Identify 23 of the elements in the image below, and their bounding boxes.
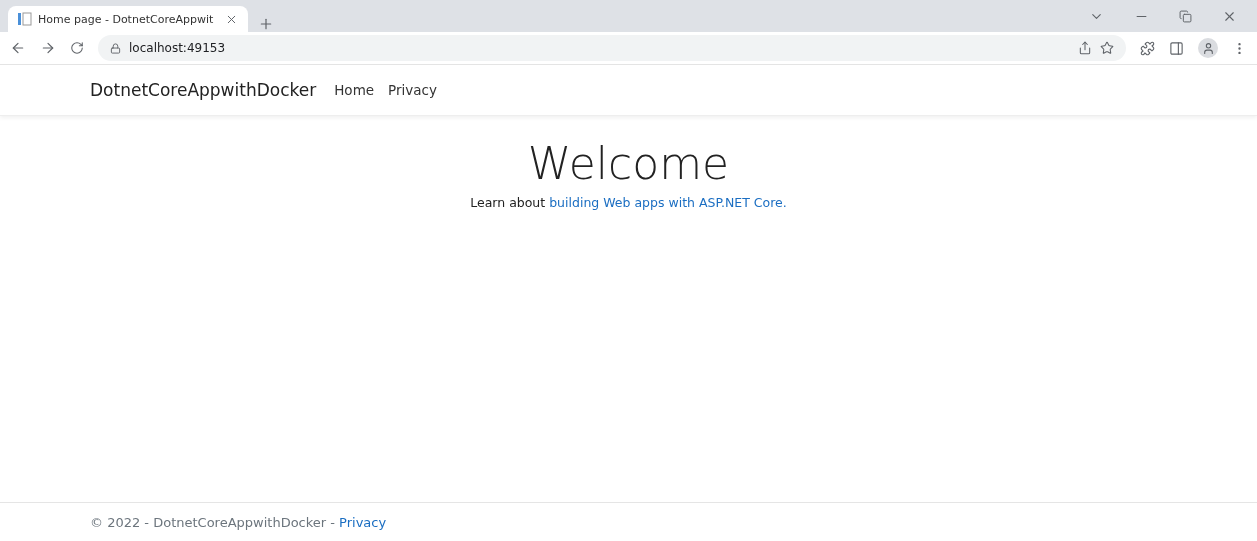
docs-link[interactable]: building Web apps with ASP.NET Core.: [549, 195, 787, 210]
share-icon[interactable]: [1078, 41, 1092, 55]
profile-icon[interactable]: [1198, 38, 1218, 58]
tab-title: Home page - DotnetCoreAppwit: [38, 12, 215, 26]
nav-link[interactable]: Home: [334, 82, 375, 98]
welcome-heading: Welcome: [527, 138, 730, 189]
puzzle-icon[interactable]: [1140, 40, 1155, 56]
forward-icon[interactable]: [40, 40, 56, 56]
reload-icon[interactable]: [70, 41, 84, 55]
lead-text: Learn about building Web apps with ASP.NET Core.: [470, 195, 787, 210]
new-tab-icon[interactable]: [258, 16, 274, 32]
lock-icon: [110, 42, 121, 54]
back-icon[interactable]: [10, 40, 26, 56]
star-icon[interactable]: [1100, 41, 1114, 55]
nav-link[interactable]: Privacy: [388, 82, 437, 98]
page-icon: [18, 12, 32, 26]
privacy-link[interactable]: Privacy: [339, 514, 387, 530]
footer-text: © 2022 - DotnetCoreAppwithDocker - Privacy: [90, 514, 387, 530]
side-panel-icon[interactable]: [1169, 40, 1184, 56]
browser-tab[interactable]: Home page - DotnetCoreAppwit: [8, 6, 248, 32]
address-bar[interactable]: localhost:49153: [98, 35, 1126, 61]
brand-link[interactable]: DotnetCoreAppwithDocker: [90, 80, 317, 100]
restore-icon[interactable]: [1179, 8, 1192, 24]
